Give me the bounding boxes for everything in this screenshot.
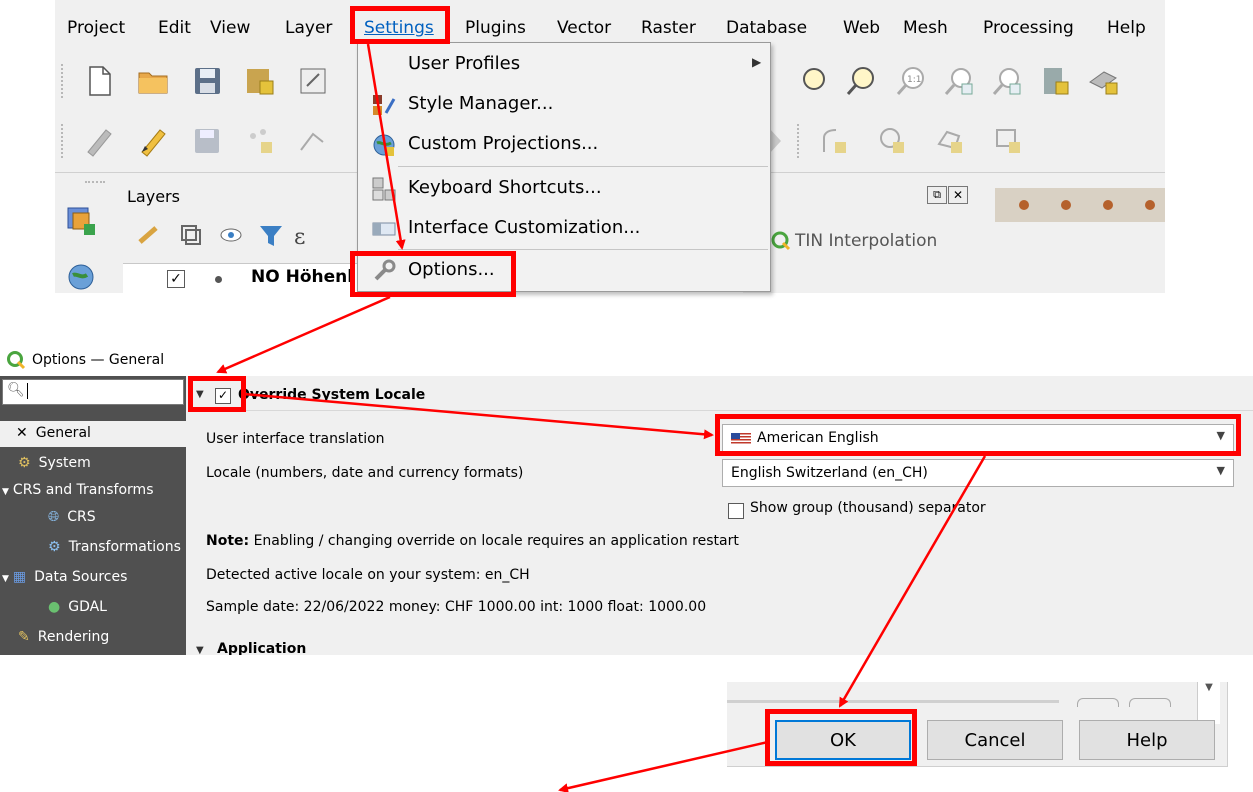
arrow-translation-to-ok [838,455,987,708]
annotation-arrows [216,43,987,792]
arrow-options-to-checkbox [216,295,391,374]
arrow-ok-outward [558,740,769,792]
arrow-checkbox-to-translation [243,392,714,440]
arrow-settings-to-options [366,43,406,250]
